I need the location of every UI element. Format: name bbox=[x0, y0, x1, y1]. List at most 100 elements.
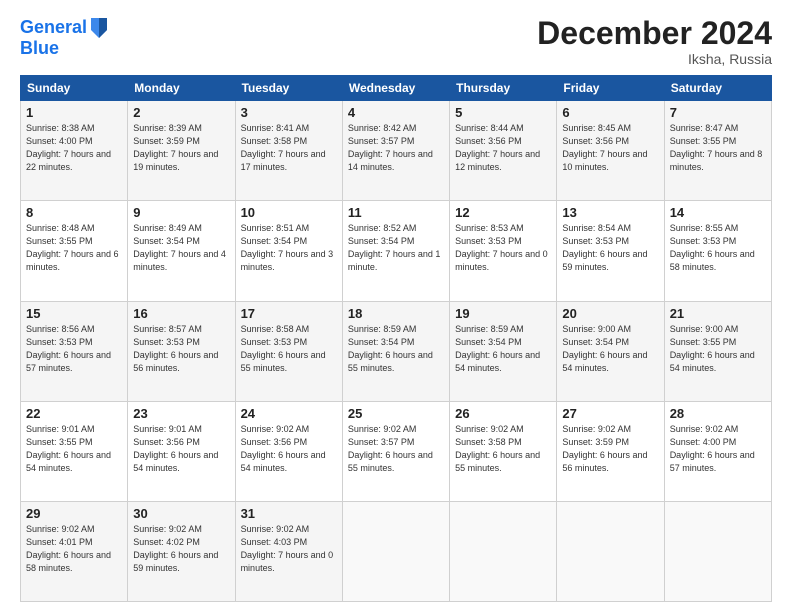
day-info: Sunrise: 9:02 AMSunset: 3:59 PMDaylight:… bbox=[562, 423, 658, 475]
weekday-sunday: Sunday bbox=[21, 76, 128, 101]
day-number: 11 bbox=[348, 205, 444, 220]
day-info: Sunrise: 8:44 AMSunset: 3:56 PMDaylight:… bbox=[455, 122, 551, 174]
day-number: 24 bbox=[241, 406, 337, 421]
day-cell: 29 Sunrise: 9:02 AMSunset: 4:01 PMDayligh… bbox=[21, 501, 128, 601]
day-number: 13 bbox=[562, 205, 658, 220]
day-info: Sunrise: 8:52 AMSunset: 3:54 PMDaylight:… bbox=[348, 222, 444, 274]
week-row-1: 1 Sunrise: 8:38 AMSunset: 4:00 PMDaylight… bbox=[21, 101, 772, 201]
week-row-4: 22Sunrise: 9:01 AMSunset: 3:55 PMDayligh… bbox=[21, 401, 772, 501]
day-cell: 7Sunrise: 8:47 AMSunset: 3:55 PMDaylight… bbox=[664, 101, 771, 201]
day-number: 17 bbox=[241, 306, 337, 321]
day-info: Sunrise: 8:59 AMSunset: 3:54 PMDaylight:… bbox=[348, 323, 444, 375]
calendar-body: 1 Sunrise: 8:38 AMSunset: 4:00 PMDaylight… bbox=[21, 101, 772, 602]
day-info: Sunrise: 9:02 AMSunset: 4:01 PMDaylight:… bbox=[26, 523, 122, 575]
header: General Blue December 2024 Iksha, Russia bbox=[20, 16, 772, 67]
calendar-table: SundayMondayTuesdayWednesdayThursdayFrid… bbox=[20, 75, 772, 602]
day-number: 12 bbox=[455, 205, 551, 220]
day-number: 10 bbox=[241, 205, 337, 220]
logo-icon bbox=[89, 16, 109, 40]
logo-blue: Blue bbox=[20, 38, 109, 59]
page: General Blue December 2024 Iksha, Russia… bbox=[0, 0, 792, 612]
day-cell: 30 Sunrise: 9:02 AMSunset: 4:02 PMDayligh… bbox=[128, 501, 235, 601]
day-number: 16 bbox=[133, 306, 229, 321]
day-number: 15 bbox=[26, 306, 122, 321]
logo-text: General bbox=[20, 18, 87, 38]
day-number: 8 bbox=[26, 205, 122, 220]
day-info: Sunrise: 8:48 AMSunset: 3:55 PMDaylight:… bbox=[26, 222, 122, 274]
day-cell: 20 Sunrise: 9:00 AMSunset: 3:54 PMDayligh… bbox=[557, 301, 664, 401]
day-number: 27 bbox=[562, 406, 658, 421]
day-info: Sunrise: 8:59 AMSunset: 3:54 PMDaylight:… bbox=[455, 323, 551, 375]
day-cell: 27 Sunrise: 9:02 AMSunset: 3:59 PMDayligh… bbox=[557, 401, 664, 501]
day-info: Sunrise: 8:58 AMSunset: 3:53 PMDaylight:… bbox=[241, 323, 337, 375]
day-cell: 21Sunrise: 9:00 AMSunset: 3:55 PMDayligh… bbox=[664, 301, 771, 401]
day-cell: 19 Sunrise: 8:59 AMSunset: 3:54 PMDayligh… bbox=[450, 301, 557, 401]
day-cell: 12 Sunrise: 8:53 AMSunset: 3:53 PMDayligh… bbox=[450, 201, 557, 301]
day-number: 28 bbox=[670, 406, 766, 421]
weekday-saturday: Saturday bbox=[664, 76, 771, 101]
day-number: 2 bbox=[133, 105, 229, 120]
day-cell: 17 Sunrise: 8:58 AMSunset: 3:53 PMDayligh… bbox=[235, 301, 342, 401]
day-number: 26 bbox=[455, 406, 551, 421]
day-cell bbox=[557, 501, 664, 601]
day-cell: 28Sunrise: 9:02 AMSunset: 4:00 PMDayligh… bbox=[664, 401, 771, 501]
weekday-monday: Monday bbox=[128, 76, 235, 101]
day-number: 6 bbox=[562, 105, 658, 120]
day-number: 22 bbox=[26, 406, 122, 421]
day-info: Sunrise: 9:01 AMSunset: 3:56 PMDaylight:… bbox=[133, 423, 229, 475]
day-number: 21 bbox=[670, 306, 766, 321]
day-info: Sunrise: 8:38 AMSunset: 4:00 PMDaylight:… bbox=[26, 122, 122, 174]
day-info: Sunrise: 9:00 AMSunset: 3:54 PMDaylight:… bbox=[562, 323, 658, 375]
day-cell: 9Sunrise: 8:49 AMSunset: 3:54 PMDaylight… bbox=[128, 201, 235, 301]
weekday-header-row: SundayMondayTuesdayWednesdayThursdayFrid… bbox=[21, 76, 772, 101]
main-title: December 2024 bbox=[537, 16, 772, 51]
day-cell: 24 Sunrise: 9:02 AMSunset: 3:56 PMDayligh… bbox=[235, 401, 342, 501]
day-info: Sunrise: 8:51 AMSunset: 3:54 PMDaylight:… bbox=[241, 222, 337, 274]
day-cell: 15 Sunrise: 8:56 AMSunset: 3:53 PMDayligh… bbox=[21, 301, 128, 401]
title-block: December 2024 Iksha, Russia bbox=[537, 16, 772, 67]
day-number: 29 bbox=[26, 506, 122, 521]
day-number: 4 bbox=[348, 105, 444, 120]
day-cell: 8 Sunrise: 8:48 AMSunset: 3:55 PMDaylight… bbox=[21, 201, 128, 301]
day-cell: 26 Sunrise: 9:02 AMSunset: 3:58 PMDayligh… bbox=[450, 401, 557, 501]
day-info: Sunrise: 9:02 AMSunset: 4:02 PMDaylight:… bbox=[133, 523, 229, 575]
day-number: 9 bbox=[133, 205, 229, 220]
logo: General Blue bbox=[20, 16, 109, 59]
day-number: 30 bbox=[133, 506, 229, 521]
day-info: Sunrise: 9:02 AMSunset: 3:57 PMDaylight:… bbox=[348, 423, 444, 475]
weekday-friday: Friday bbox=[557, 76, 664, 101]
day-cell: 4 Sunrise: 8:42 AMSunset: 3:57 PMDaylight… bbox=[342, 101, 449, 201]
day-number: 19 bbox=[455, 306, 551, 321]
weekday-tuesday: Tuesday bbox=[235, 76, 342, 101]
day-info: Sunrise: 9:02 AMSunset: 3:56 PMDaylight:… bbox=[241, 423, 337, 475]
day-number: 25 bbox=[348, 406, 444, 421]
day-cell: 6 Sunrise: 8:45 AMSunset: 3:56 PMDaylight… bbox=[557, 101, 664, 201]
day-info: Sunrise: 9:02 AMSunset: 3:58 PMDaylight:… bbox=[455, 423, 551, 475]
day-cell: 22Sunrise: 9:01 AMSunset: 3:55 PMDayligh… bbox=[21, 401, 128, 501]
weekday-thursday: Thursday bbox=[450, 76, 557, 101]
week-row-5: 29 Sunrise: 9:02 AMSunset: 4:01 PMDayligh… bbox=[21, 501, 772, 601]
day-info: Sunrise: 8:45 AMSunset: 3:56 PMDaylight:… bbox=[562, 122, 658, 174]
day-cell bbox=[342, 501, 449, 601]
day-number: 20 bbox=[562, 306, 658, 321]
day-cell: 1 Sunrise: 8:38 AMSunset: 4:00 PMDaylight… bbox=[21, 101, 128, 201]
day-number: 31 bbox=[241, 506, 337, 521]
day-info: Sunrise: 8:42 AMSunset: 3:57 PMDaylight:… bbox=[348, 122, 444, 174]
day-info: Sunrise: 8:53 AMSunset: 3:53 PMDaylight:… bbox=[455, 222, 551, 274]
day-cell: 10 Sunrise: 8:51 AMSunset: 3:54 PMDayligh… bbox=[235, 201, 342, 301]
day-cell bbox=[664, 501, 771, 601]
day-info: Sunrise: 8:39 AMSunset: 3:59 PMDaylight:… bbox=[133, 122, 229, 174]
day-cell: 2 Sunrise: 8:39 AMSunset: 3:59 PMDaylight… bbox=[128, 101, 235, 201]
day-cell: 25 Sunrise: 9:02 AMSunset: 3:57 PMDayligh… bbox=[342, 401, 449, 501]
day-cell: 16Sunrise: 8:57 AMSunset: 3:53 PMDayligh… bbox=[128, 301, 235, 401]
day-info: Sunrise: 9:02 AMSunset: 4:03 PMDaylight:… bbox=[241, 523, 337, 575]
subtitle: Iksha, Russia bbox=[537, 51, 772, 67]
day-cell bbox=[450, 501, 557, 601]
week-row-3: 15 Sunrise: 8:56 AMSunset: 3:53 PMDayligh… bbox=[21, 301, 772, 401]
day-cell: 23Sunrise: 9:01 AMSunset: 3:56 PMDayligh… bbox=[128, 401, 235, 501]
day-number: 5 bbox=[455, 105, 551, 120]
day-info: Sunrise: 8:55 AMSunset: 3:53 PMDaylight:… bbox=[670, 222, 766, 274]
day-info: Sunrise: 8:56 AMSunset: 3:53 PMDaylight:… bbox=[26, 323, 122, 375]
day-number: 3 bbox=[241, 105, 337, 120]
day-number: 1 bbox=[26, 105, 122, 120]
